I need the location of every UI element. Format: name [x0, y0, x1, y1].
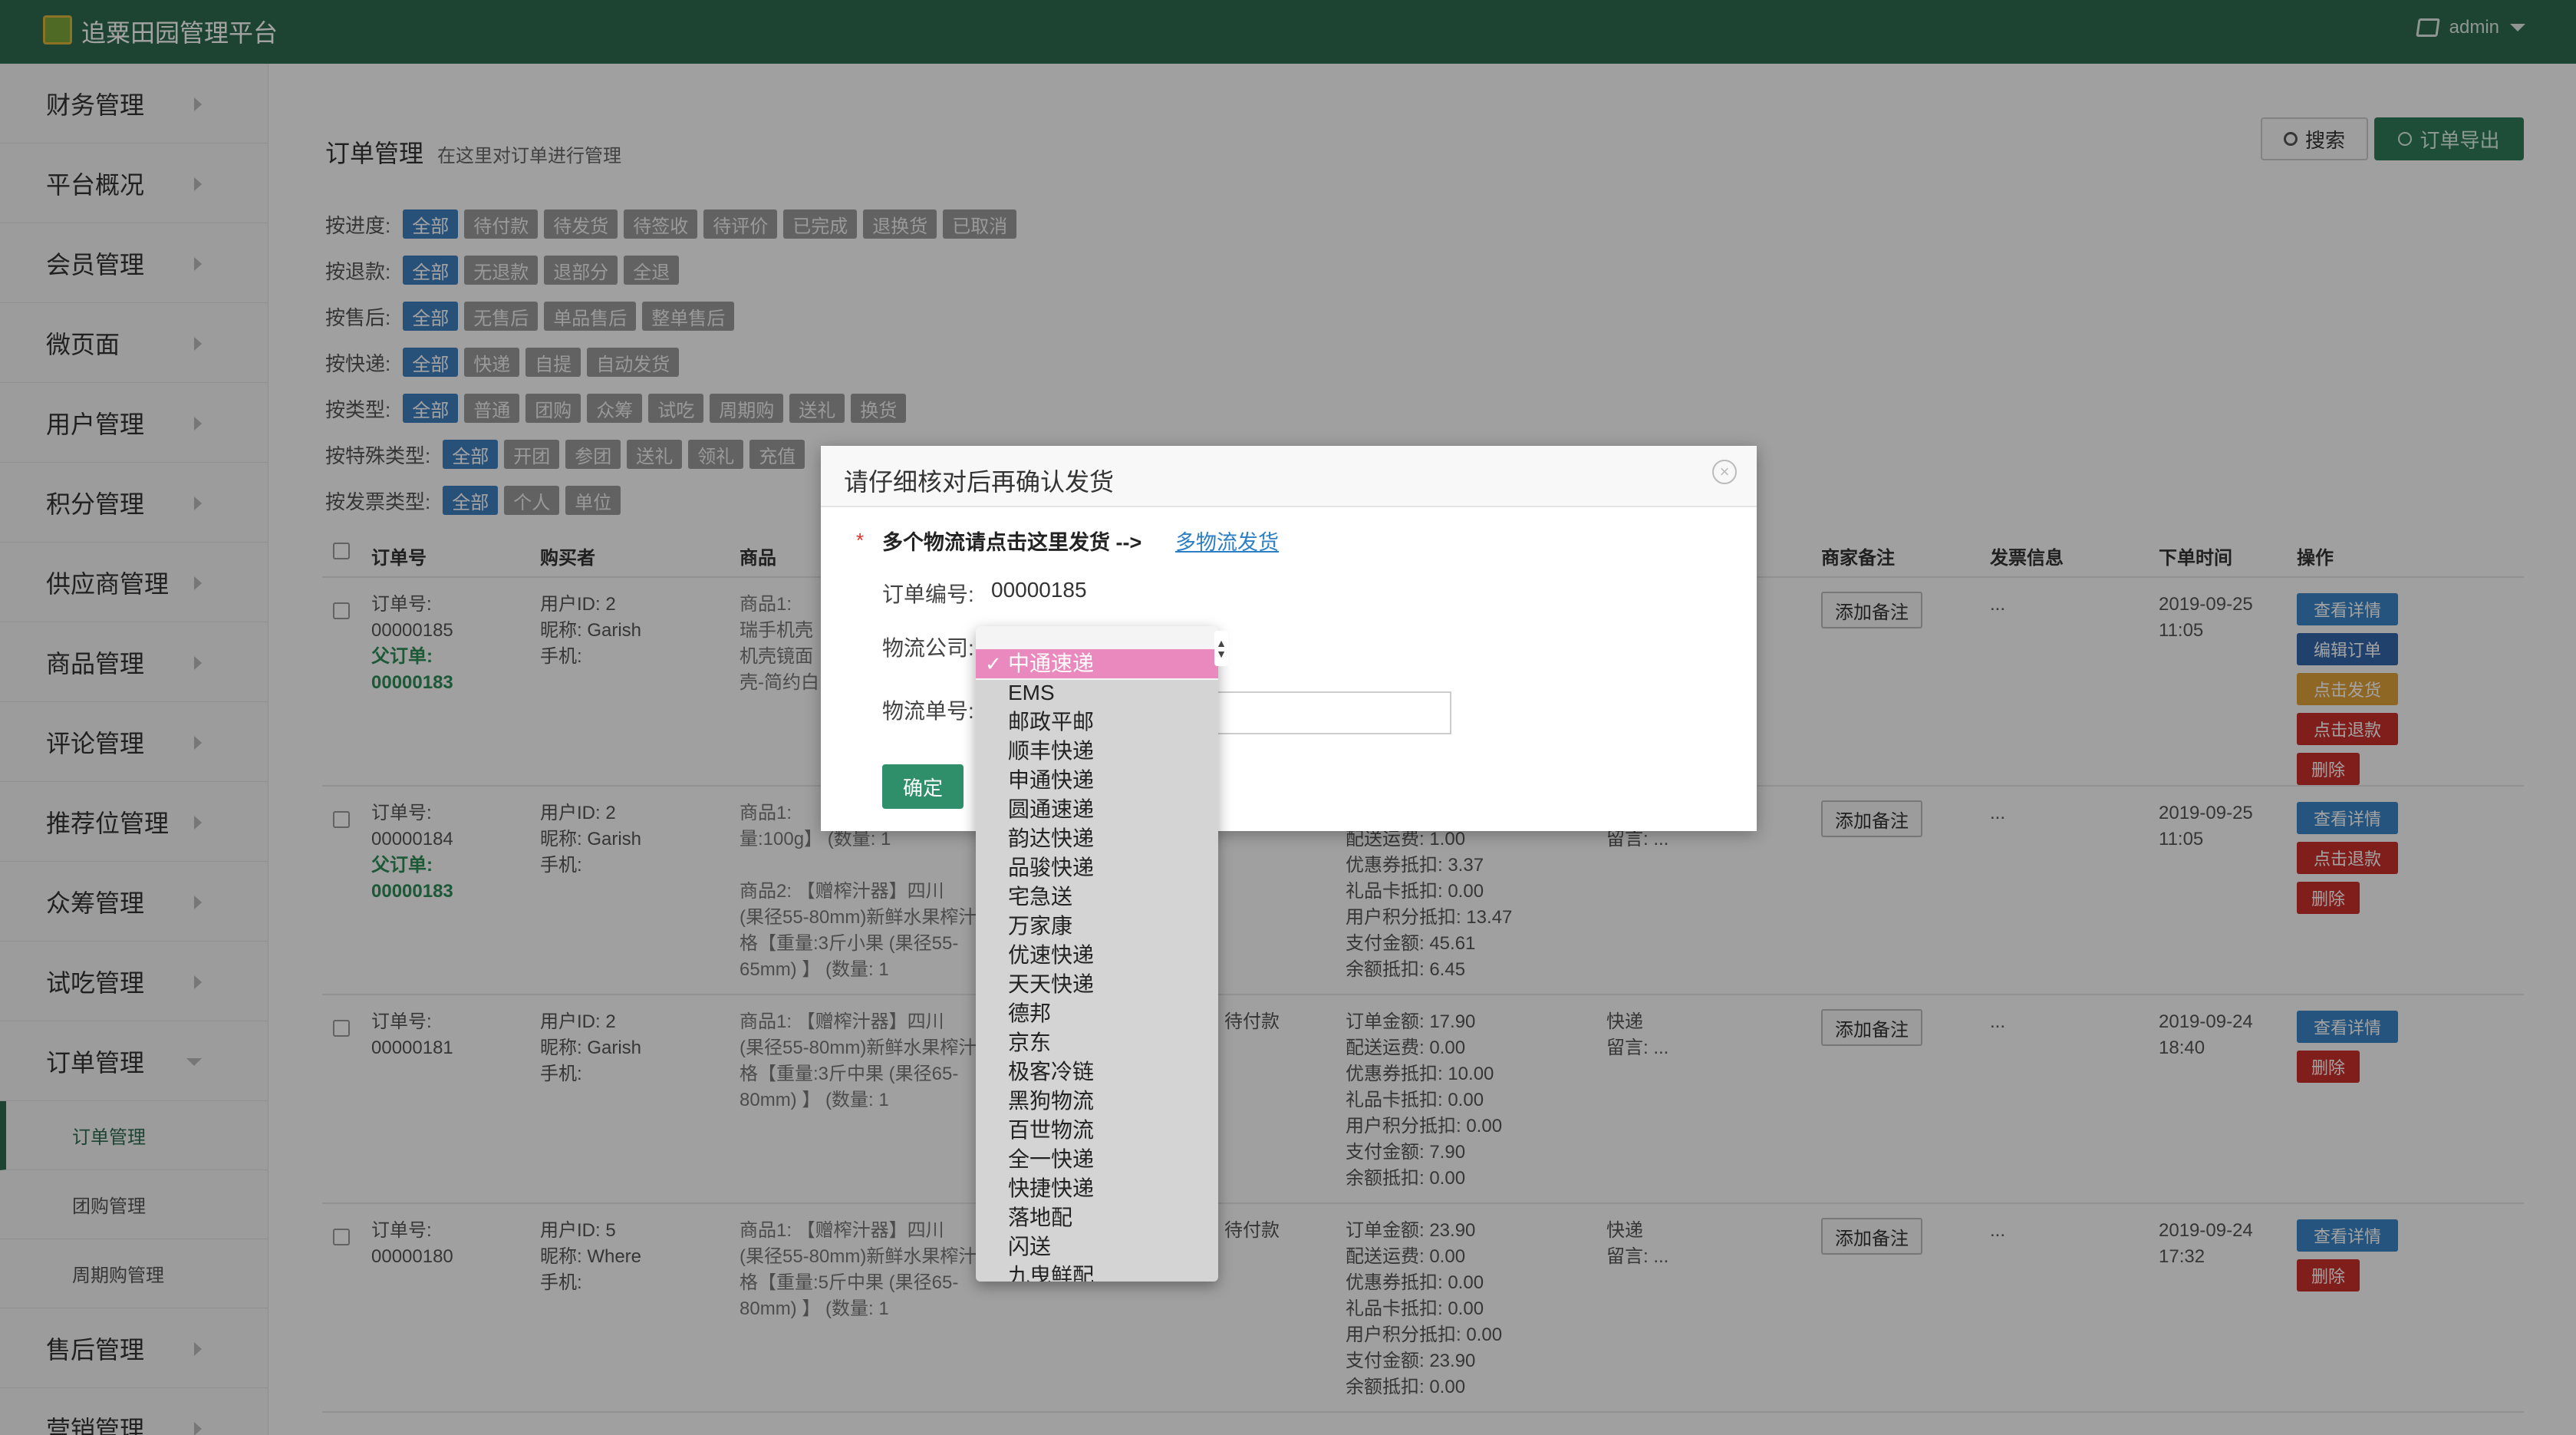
- ship-confirm-dialog: 请仔细核对后再确认发货 × * 多个物流请点击这里发货 --> 多物流发货 订单…: [821, 446, 1757, 831]
- logistics-option-label: 万家康: [1008, 914, 1073, 938]
- logistics-option-label: 韵达快递: [1008, 826, 1095, 850]
- logistics-option[interactable]: 京东: [976, 1028, 1218, 1057]
- logistics-option[interactable]: 天天快递: [976, 970, 1218, 999]
- logistics-option-label: 百世物流: [1008, 1118, 1095, 1142]
- logistics-option-label: 德邦: [1008, 1001, 1052, 1025]
- logistics-option[interactable]: 宅急送: [976, 882, 1218, 912]
- waybill-number-label: 物流单号:: [882, 699, 974, 723]
- logistics-option-label: 黑狗物流: [1008, 1089, 1095, 1113]
- order-number-label: 订单编号:: [882, 582, 974, 606]
- logistics-option[interactable]: ✓ 中通速递: [976, 649, 1218, 678]
- logistics-company-label: 物流公司:: [882, 636, 974, 660]
- logistics-option-label: EMS: [1008, 681, 1055, 704]
- logistics-option-label: 快捷快递: [1008, 1176, 1095, 1200]
- required-mark: *: [856, 529, 865, 552]
- logistics-option-label: 落地配: [1008, 1206, 1073, 1229]
- logistics-option-label: 中通速递: [1008, 652, 1095, 675]
- logistics-option-label: 天天快递: [1008, 972, 1095, 996]
- logistics-company-select[interactable]: ✓ 中通速递 EMS 邮政平邮顺丰快递申通快递圆通速递韵达快递品骏快递宅急送万家康优速…: [976, 626, 1218, 1282]
- logistics-option[interactable]: 品骏快递: [976, 853, 1218, 882]
- logistics-option-label: 全一快递: [1008, 1147, 1095, 1171]
- logistics-option-label: 九曳鲜配: [1008, 1264, 1095, 1282]
- logistics-option-label: 京东: [1008, 1031, 1052, 1054]
- logistics-option-label: 优速快递: [1008, 943, 1095, 967]
- logistics-option[interactable]: 顺丰快递: [976, 737, 1218, 766]
- logistics-option[interactable]: 申通快递: [976, 766, 1218, 795]
- logistics-option-label: 申通快递: [1008, 768, 1095, 792]
- logistics-option[interactable]: 极客冷链: [976, 1057, 1218, 1087]
- logistics-option[interactable]: 万家康: [976, 912, 1218, 941]
- logistics-option-label: 品骏快递: [1008, 856, 1095, 879]
- logistics-option[interactable]: EMS: [976, 678, 1218, 708]
- logistics-option[interactable]: 韵达快递: [976, 824, 1218, 853]
- logistics-option-label: 闪送: [1008, 1235, 1052, 1259]
- check-icon: ✓: [985, 652, 1002, 675]
- logistics-option[interactable]: 全一快递: [976, 1145, 1218, 1174]
- close-icon[interactable]: ×: [1712, 460, 1737, 484]
- dialog-title: 请仔细核对后再确认发货: [844, 468, 1115, 496]
- logistics-option[interactable]: 邮政平邮: [976, 708, 1218, 737]
- dialog-header: 请仔细核对后再确认发货 ×: [821, 446, 1757, 507]
- logistics-option-label: 邮政平邮: [1008, 710, 1095, 734]
- logistics-option[interactable]: 德邦: [976, 999, 1218, 1028]
- confirm-button[interactable]: 确定: [882, 764, 964, 809]
- logistics-option[interactable]: 圆通速递: [976, 795, 1218, 824]
- order-number-value: 00000185: [991, 578, 1087, 602]
- select-arrows-icon[interactable]: ▲ ▼: [1214, 631, 1228, 666]
- multi-logistics-link[interactable]: 多物流发货: [1175, 526, 1279, 556]
- logistics-option[interactable]: 九曳鲜配: [976, 1262, 1218, 1282]
- waybill-number-input[interactable]: [1206, 691, 1451, 734]
- logistics-option[interactable]: 黑狗物流: [976, 1087, 1218, 1116]
- logistics-option[interactable]: 落地配: [976, 1203, 1218, 1232]
- logistics-option[interactable]: 百世物流: [976, 1116, 1218, 1145]
- logistics-option-label: 极客冷链: [1008, 1060, 1095, 1084]
- logistics-option-label: 宅急送: [1008, 885, 1073, 909]
- multi-logistics-hint: 多个物流请点击这里发货 -->: [882, 531, 1142, 554]
- logistics-option[interactable]: 快捷快递: [976, 1174, 1218, 1203]
- logistics-option[interactable]: 优速快递: [976, 941, 1218, 970]
- logistics-option[interactable]: 闪送: [976, 1232, 1218, 1262]
- logistics-option-label: 顺丰快递: [1008, 739, 1095, 763]
- logistics-option-label: 圆通速递: [1008, 797, 1095, 821]
